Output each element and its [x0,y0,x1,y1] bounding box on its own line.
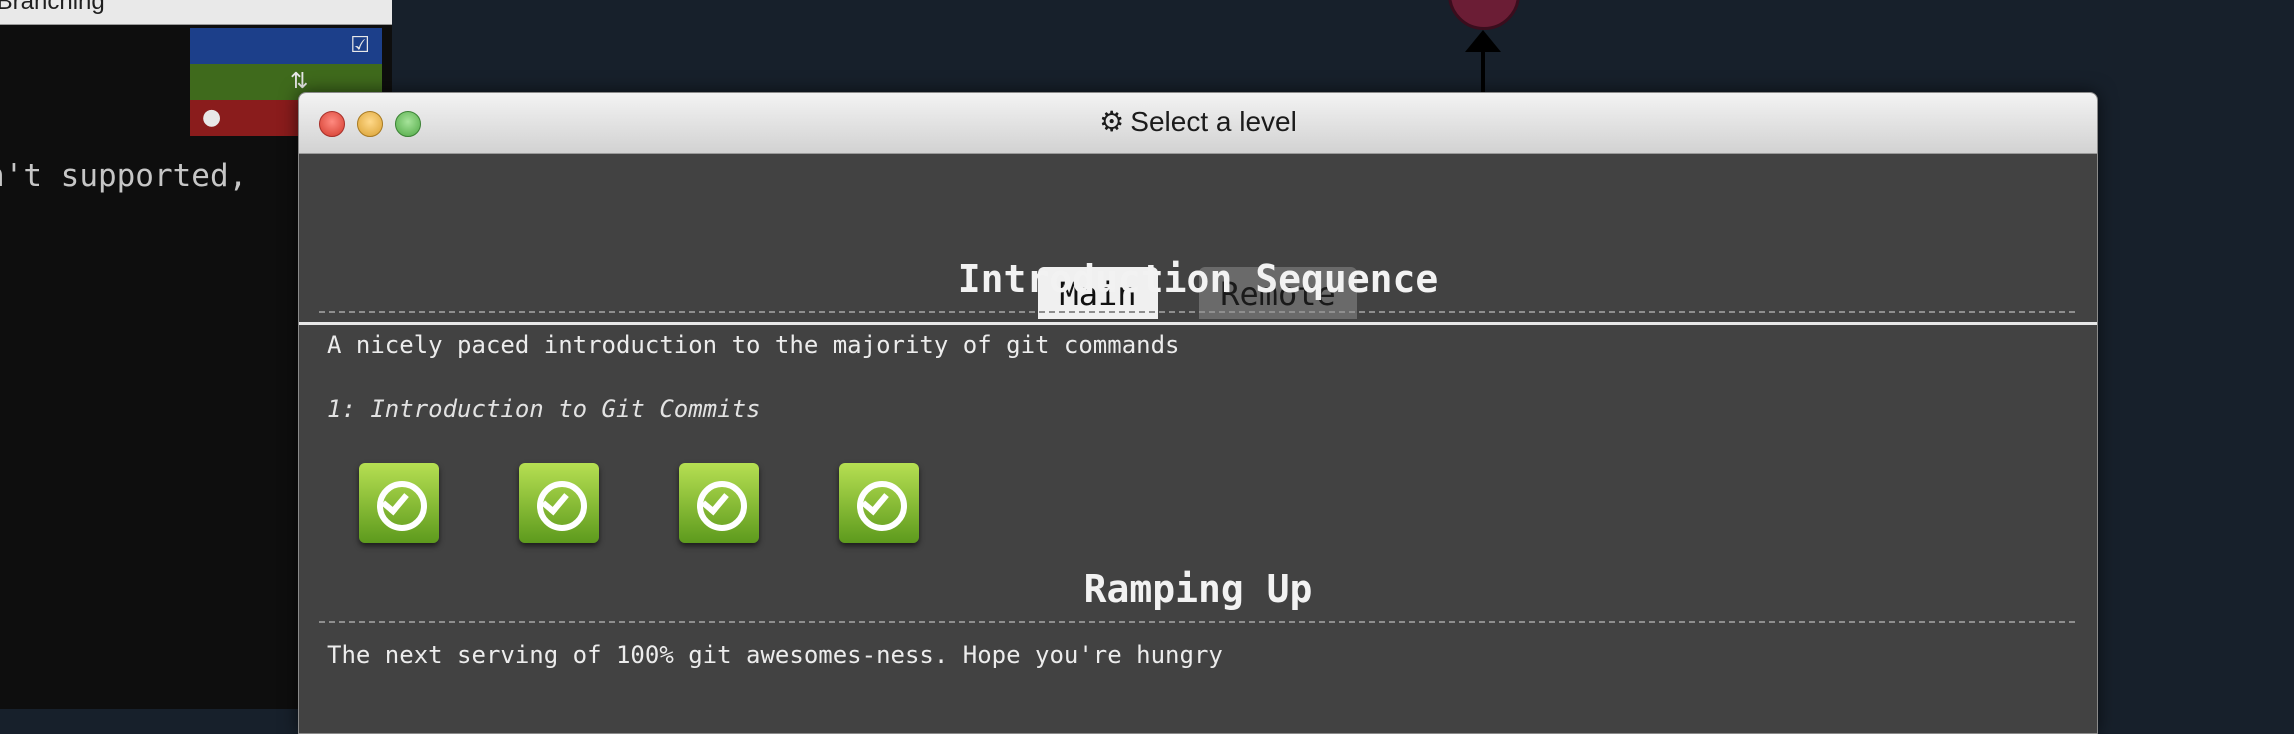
gear-icon: ⚙ [1099,105,1125,138]
section-title: Ramping Up [1083,567,1313,611]
left-panel-title: it Branching [0,0,105,15]
terminal-text: n't supported, [0,158,248,194]
alert-icon: ● [202,105,222,130]
status-bar-blue: ☑ [190,28,382,64]
checkbox-icon[interactable]: ☑ [350,28,370,64]
window-title-text: Select a level [1130,106,1297,137]
tab-divider [299,322,2097,325]
left-panel-header: it Branching [0,0,392,25]
window-title: ⚙ Select a level [299,105,2097,138]
section-description: A nicely paced introduction to the major… [327,331,1180,359]
commit-edge [1481,40,1485,100]
section-description: The next serving of 100% git awesomes-ne… [327,641,1223,669]
section-divider [319,621,2075,623]
level-button-2[interactable] [519,463,599,543]
section-title: Introduction Sequence [957,257,1439,301]
level-select-modal: ⚙ Select a level Main Remote Introduction… [298,92,2098,734]
level-button-3[interactable] [679,463,759,543]
level-button-1[interactable] [359,463,439,543]
window-titlebar[interactable]: ⚙ Select a level [299,93,2097,154]
section-divider [319,311,2075,313]
level-name: 1: Introduction to Git Commits [327,395,761,423]
commit-node[interactable] [1448,0,1520,30]
level-button-4[interactable] [839,463,919,543]
